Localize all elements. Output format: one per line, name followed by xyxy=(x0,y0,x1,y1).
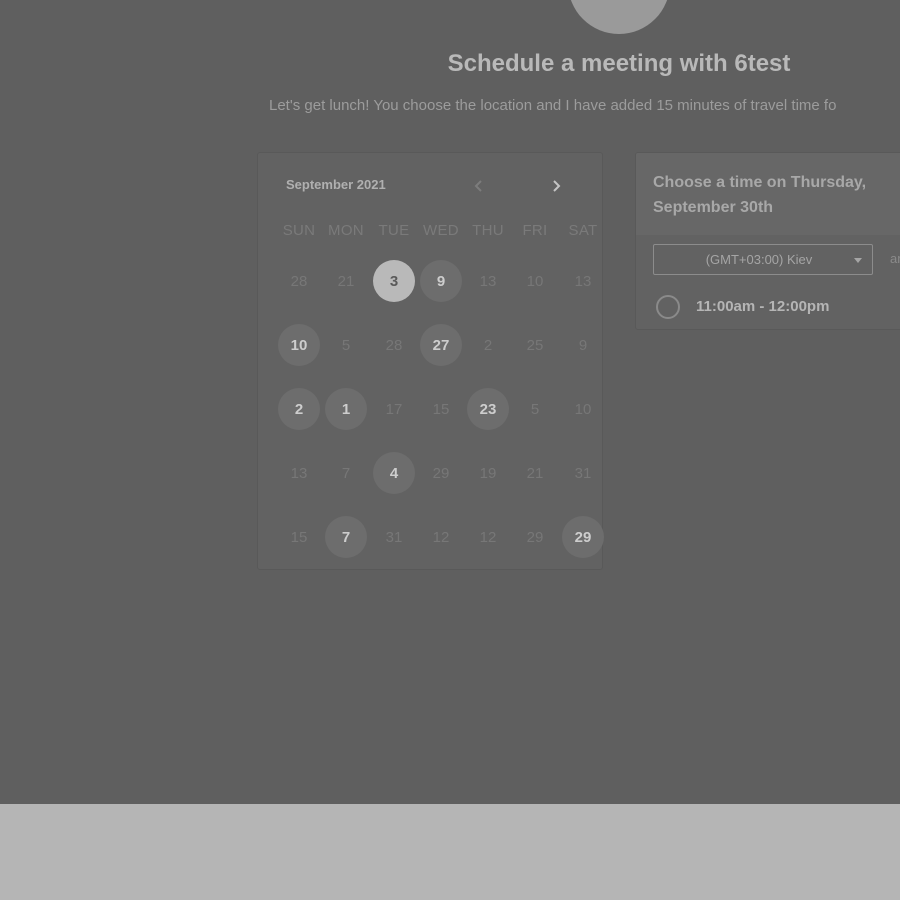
radio-icon[interactable] xyxy=(656,295,680,319)
weekday-label: WED xyxy=(423,222,459,239)
event-description: Let's get lunch! You choose the location… xyxy=(269,97,837,114)
calendar-day: 29 xyxy=(526,528,544,546)
calendar-day: 7 xyxy=(341,464,351,482)
calendar-day: 25 xyxy=(526,336,544,354)
calendar-day-available[interactable]: 10 xyxy=(278,324,320,366)
chevron-left-icon xyxy=(474,180,482,192)
date-picker: September 2021 SUN MON TUE WED THU FRI SAT 28 2… xyxy=(257,152,604,570)
calendar-day: 15 xyxy=(290,528,308,546)
time-slot-panel: Choose a time on Thursday, September 30t… xyxy=(635,152,900,330)
calendar-day: 28 xyxy=(290,272,308,290)
caret-down-icon xyxy=(854,258,862,263)
calendar-day-available[interactable]: 1 xyxy=(325,388,367,430)
calendar-day-available[interactable]: 7 xyxy=(325,516,367,558)
calendar-day: 5 xyxy=(341,336,351,354)
time-slot-option[interactable]: 11:00am - 12:00pm xyxy=(654,294,900,320)
prev-month-button[interactable] xyxy=(471,178,487,194)
weekday-label: THU xyxy=(472,222,504,239)
calendar-day-available[interactable]: 27 xyxy=(420,324,462,366)
timezone-select[interactable]: (GMT+03:00) Kiev xyxy=(653,244,873,275)
weekday-header: SUN MON TUE WED THU FRI SAT xyxy=(258,222,602,242)
calendar-day: 9 xyxy=(578,336,588,354)
time-format-toggle[interactable]: am xyxy=(890,251,900,266)
page-overlay: Schedule a meeting with 6test Let's get … xyxy=(0,0,900,804)
calendar-day: 12 xyxy=(432,528,450,546)
calendar-day: 13 xyxy=(574,272,592,290)
calendar-day: 15 xyxy=(432,400,450,418)
page-title: Schedule a meeting with 6test xyxy=(447,50,791,77)
weekday-label: SAT xyxy=(568,222,598,239)
calendar-day: 10 xyxy=(574,400,592,418)
calendar-day: 13 xyxy=(479,272,497,290)
calendar-day: 21 xyxy=(526,464,544,482)
page-footer xyxy=(0,804,900,900)
chevron-right-icon xyxy=(553,180,561,192)
weekday-label: TUE xyxy=(378,222,410,239)
calendar-day: 19 xyxy=(479,464,497,482)
calendar-day: 12 xyxy=(479,528,497,546)
calendar-day-available[interactable]: 2 xyxy=(278,388,320,430)
panel-header: Choose a time on Thursday, September 30t… xyxy=(636,153,900,235)
time-slot-label: 11:00am - 12:00pm xyxy=(696,298,830,315)
calendar-day: 17 xyxy=(385,400,403,418)
weekday-label: FRI xyxy=(522,222,548,239)
selected-date-heading: Choose a time on Thursday, September 30t… xyxy=(653,174,867,216)
calendar-day: 28 xyxy=(385,336,403,354)
calendar-day: 21 xyxy=(337,272,355,290)
weekday-label: MON xyxy=(328,222,364,239)
calendar-day: 31 xyxy=(574,464,592,482)
calendar-day: 29 xyxy=(432,464,450,482)
calendar-day-available[interactable]: 9 xyxy=(420,260,462,302)
calendar-day-available[interactable]: 23 xyxy=(467,388,509,430)
calendar-day: 13 xyxy=(290,464,308,482)
calendar-day-selected[interactable]: 3 xyxy=(373,260,415,302)
calendar-day-available[interactable]: 4 xyxy=(373,452,415,494)
month-label: September 2021 xyxy=(286,177,386,192)
host-avatar xyxy=(568,0,670,34)
calendar-day: 2 xyxy=(483,336,493,354)
next-month-button[interactable] xyxy=(548,178,564,194)
calendar-day: 10 xyxy=(526,272,544,290)
calendar-day: 5 xyxy=(530,400,540,418)
weekday-label: SUN xyxy=(282,222,316,239)
timezone-value: (GMT+03:00) Kiev xyxy=(705,252,813,267)
calendar-day-available[interactable]: 29 xyxy=(562,516,604,558)
calendar-day: 31 xyxy=(385,528,403,546)
